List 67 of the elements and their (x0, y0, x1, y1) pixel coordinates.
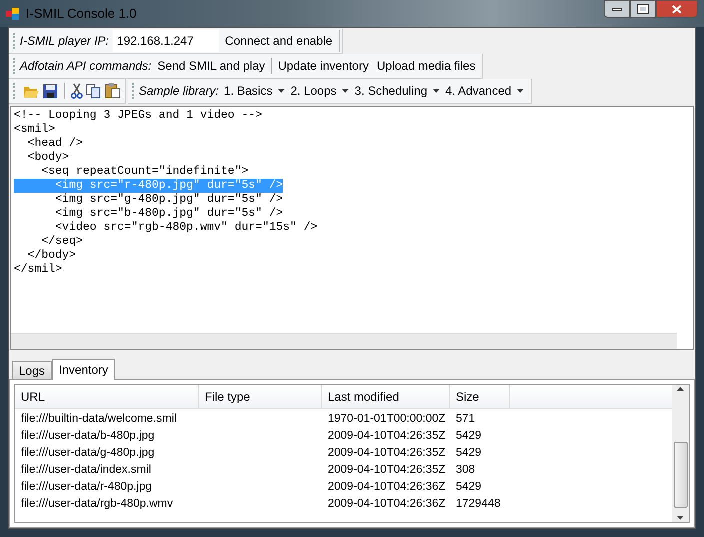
scroll-down-icon[interactable] (677, 516, 684, 520)
connect-button[interactable]: Connect and enable (219, 30, 340, 52)
sample-menu-button[interactable]: 1. Basics (221, 80, 288, 102)
url-cell-text: file:///user-data/r-480p.jpg (20, 480, 154, 495)
date-cell-text: 2009-04-10T04:26:36Z (327, 496, 447, 512)
code-line: </seq> (40, 235, 84, 249)
api-commands-label: Adfotain API commands: (20, 58, 152, 75)
caret-icon (516, 89, 524, 93)
size-cell-text: 1729448 (455, 496, 502, 512)
ip-field[interactable]: 192.168.1.247 (113, 30, 220, 52)
caret-icon (278, 89, 285, 93)
minimize-button[interactable] (604, 0, 630, 18)
size-cell-text: 5429 (455, 428, 483, 444)
column-header[interactable]: Size (456, 388, 480, 406)
size-cell-text: 571 (455, 412, 476, 427)
scroll-up-icon[interactable] (677, 387, 684, 391)
sample-menu-button[interactable]: 3. Scheduling (352, 80, 442, 102)
save-icon[interactable] (43, 84, 58, 98)
size-cell-text: 308 (455, 462, 476, 478)
date-cell-text: 2009-04-10T04:26:35Z (327, 446, 447, 461)
vertical-scrollbar[interactable] (672, 385, 689, 522)
scroll-thumb[interactable] (674, 442, 688, 508)
close-icon (672, 4, 682, 14)
code-line: <img src="b-480p.jpg" dur="5s" /> (54, 207, 284, 221)
code-line: <img src="g-480p.jpg" dur="5s" /> (54, 193, 284, 207)
size-cell-text: 5429 (455, 480, 483, 495)
api-command-button[interactable]: Update inventory (274, 55, 373, 77)
url-cell-text: file:///user-data/b-480p.jpg (20, 428, 156, 444)
tab[interactable]: Inventory (52, 359, 116, 380)
sample-menu-button[interactable]: 2. Loops (288, 80, 352, 102)
url-cell-text: file:///builtin-data/welcome.smil (20, 412, 178, 427)
caret-icon (342, 89, 349, 93)
code-line: </body> (26, 249, 76, 263)
url-cell-text: file:///user-data/index.smil (20, 462, 152, 478)
code-line: <smil> (14, 123, 56, 137)
code-line: </smil> (14, 263, 62, 277)
code-line: <!-- Looping 3 JPEGs and 1 video --> (14, 109, 262, 123)
size-cell-text: 5429 (455, 446, 483, 461)
tab[interactable]: Logs (12, 361, 52, 379)
url-cell-text: file:///user-data/g-480p.jpg (20, 446, 156, 461)
copy-icon[interactable] (86, 84, 102, 98)
code-line: <head /> (26, 137, 84, 151)
date-cell-text: 1970-01-01T00:00:00Z (327, 412, 447, 427)
scissors-icon[interactable] (71, 83, 83, 99)
horizontal-scrollbar[interactable] (11, 333, 677, 349)
code-editor[interactable] (10, 106, 694, 350)
paste-icon[interactable] (105, 83, 121, 99)
api-command-button[interactable]: Send SMIL and play (154, 55, 270, 77)
maximize-button[interactable] (630, 0, 656, 18)
window-title: I-SMIL Console 1.0 (26, 4, 137, 23)
caret-icon (432, 89, 440, 93)
date-cell-text: 2009-04-10T04:26:35Z (327, 428, 447, 444)
player-ip-label: I-SMIL player IP: (20, 33, 110, 50)
date-cell-text: 2009-04-10T04:26:35Z (327, 462, 447, 478)
code-line: <video src="rgb-480p.wmv" dur="15s" /> (54, 221, 318, 235)
app-icon (6, 6, 20, 20)
url-cell-text: file:///user-data/rgb-480p.wmv (20, 496, 174, 512)
column-header[interactable]: File type (205, 388, 250, 406)
date-cell-text: 2009-04-10T04:26:36Z (327, 480, 447, 495)
sample-library-label: Sample library: (139, 83, 220, 100)
column-header[interactable]: Last modified (328, 388, 400, 406)
column-header[interactable]: URL (21, 388, 46, 406)
code-line: <seq repeatCount="indefinite"> (40, 165, 249, 179)
api-command-button[interactable]: Upload media files (372, 55, 480, 77)
sample-menu-button[interactable]: 4. Advanced (442, 80, 527, 102)
close-button[interactable] (656, 0, 698, 18)
code-line: <body> (26, 151, 70, 165)
